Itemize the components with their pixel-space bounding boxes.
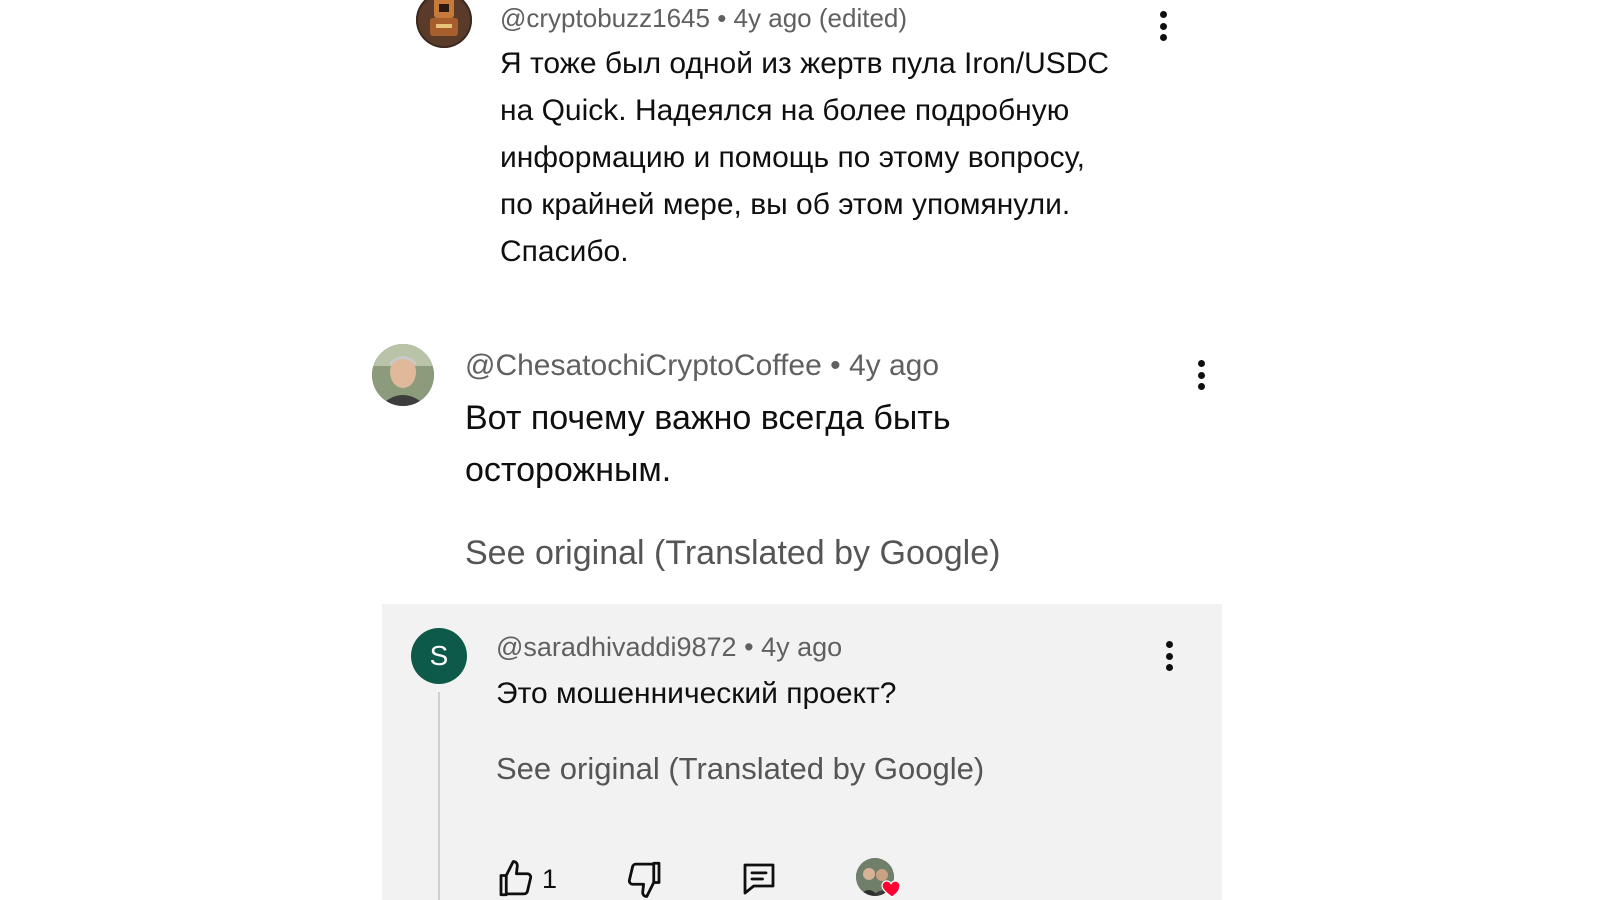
more-vert-icon[interactable] — [1153, 8, 1173, 44]
comment-line: информацию и помощь по этому вопросу, — [500, 141, 1085, 174]
reply-button[interactable] — [738, 858, 780, 900]
reply-author[interactable]: @saradhivaddi9872 — [496, 632, 737, 662]
comment-text: Я тоже был одной из жертв пула Iron/USDC… — [500, 40, 1200, 275]
meta-separator: • — [717, 3, 727, 33]
comment-line: на Quick. Надеялся на более подробную — [500, 94, 1070, 127]
thumbs-up-icon — [499, 860, 533, 897]
reply-meta: @saradhivaddi9872 • 4y ago — [496, 630, 842, 664]
more-vert-icon[interactable] — [1159, 638, 1179, 674]
comment-meta: @cryptobuzz1645 • 4y ago (edited) — [500, 2, 907, 34]
comment-line: по крайней мере, вы об этом упомянули. — [500, 188, 1071, 221]
creator-heart[interactable] — [856, 858, 904, 900]
comment-author[interactable]: @cryptobuzz1645 — [500, 3, 710, 33]
creator-heart-icon — [881, 880, 901, 898]
robot-avatar-image — [416, 0, 472, 48]
comment-line: Я тоже был одной из жертв пула Iron/USDC — [500, 47, 1110, 80]
comment-meta: @ChesatochiCryptoCoffee • 4y ago — [465, 348, 939, 384]
avatar[interactable] — [372, 344, 434, 406]
see-original-link[interactable]: See original (Translated by Google) — [465, 533, 1000, 573]
comment-text: Вот почему важно всегда быть осторожным. — [465, 392, 1185, 496]
comment-author[interactable]: @ChesatochiCryptoCoffee — [465, 349, 822, 382]
meta-separator: • — [830, 349, 841, 382]
reply-text: Это мошеннический проект? — [496, 677, 897, 710]
meta-separator: • — [744, 632, 754, 662]
thread-line — [438, 692, 440, 900]
comment-time[interactable]: 4y ago — [734, 3, 812, 33]
avatar[interactable] — [416, 0, 472, 48]
comment-line: Вот почему важно всегда быть — [465, 399, 951, 437]
see-original-link[interactable]: See original (Translated by Google) — [496, 750, 984, 788]
person-avatar-image — [372, 344, 434, 406]
comment-line: осторожным. — [465, 451, 672, 489]
reply-comment-icon — [743, 863, 775, 895]
comment-time[interactable]: 4y ago — [849, 349, 939, 382]
like-button[interactable]: 1 — [494, 858, 584, 900]
avatar-letter: S — [429, 640, 449, 671]
dislike-button[interactable] — [624, 858, 666, 900]
avatar[interactable]: S — [411, 628, 467, 684]
thumbs-down-icon — [627, 861, 661, 898]
more-vert-icon[interactable] — [1191, 357, 1211, 393]
reply-time[interactable]: 4y ago — [761, 632, 842, 662]
comment-line: Спасибо. — [500, 235, 629, 268]
like-count: 1 — [542, 864, 558, 894]
edited-label: (edited) — [818, 3, 908, 33]
